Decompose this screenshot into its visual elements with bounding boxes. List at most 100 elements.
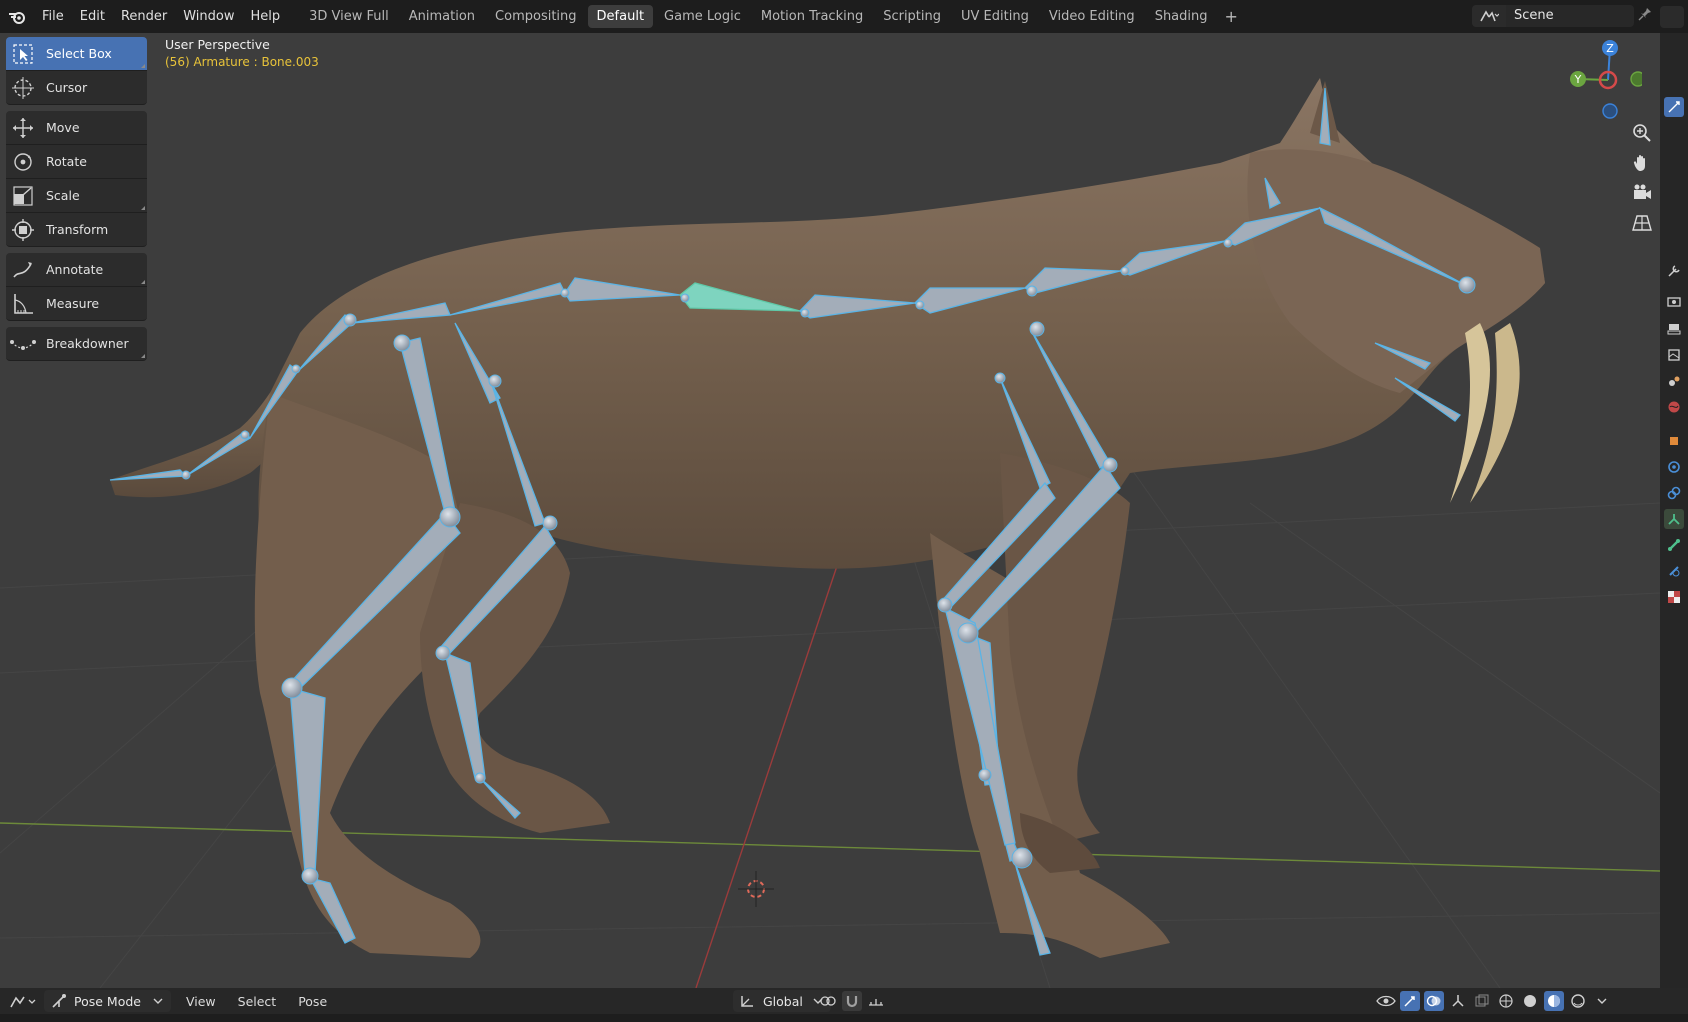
main-menu: File Edit Render Window Help <box>34 9 288 24</box>
sabertooth-mesh[interactable] <box>110 78 1545 958</box>
tool-label: Transform <box>46 222 109 237</box>
tool-label: Rotate <box>46 154 87 169</box>
view-layer-properties-icon[interactable] <box>1664 345 1684 365</box>
scene-properties-icon[interactable] <box>1664 371 1684 391</box>
tool-options-corner[interactable] <box>141 206 145 210</box>
tool-settings-tab-icon[interactable] <box>1664 261 1684 281</box>
measure-icon <box>6 287 40 320</box>
tool-shelf: Select Box Cursor Move Rotate Scale Tran… <box>6 37 147 361</box>
tab-uv-editing[interactable]: UV Editing <box>952 5 1038 28</box>
snap-target-icon[interactable] <box>866 991 886 1011</box>
tool-properties-tab-icon[interactable] <box>1664 97 1684 117</box>
workspace-tabs: 3D View Full Animation Compositing Defau… <box>300 5 1244 28</box>
tool-label: Measure <box>46 296 100 311</box>
bone-constraint-icon[interactable] <box>1664 561 1684 581</box>
shading-options-chevron-icon[interactable] <box>1592 991 1612 1011</box>
scene-name-field[interactable]: Scene <box>1506 5 1634 27</box>
output-properties-icon[interactable] <box>1664 319 1684 339</box>
navigation-gizmo[interactable]: Z Y <box>1562 36 1642 126</box>
tool-cursor[interactable]: Cursor <box>6 71 147 105</box>
menu-window[interactable]: Window <box>175 9 242 24</box>
viewport-menus: View Select Pose <box>177 994 336 1009</box>
tool-annotate[interactable]: Annotate <box>6 253 147 287</box>
physics-properties-icon[interactable] <box>1664 457 1684 477</box>
tab-game-logic[interactable]: Game Logic <box>655 5 750 28</box>
tab-motion-tracking[interactable]: Motion Tracking <box>752 5 872 28</box>
constraints-properties-icon[interactable] <box>1664 483 1684 503</box>
menu-view[interactable]: View <box>177 994 225 1009</box>
tab-video-editing[interactable]: Video Editing <box>1040 5 1144 28</box>
menu-edit[interactable]: Edit <box>72 9 113 24</box>
render-properties-icon[interactable] <box>1664 291 1684 311</box>
gizmo-neg-z-axis[interactable] <box>1602 103 1618 119</box>
tab-scripting[interactable]: Scripting <box>874 5 950 28</box>
tool-options-corner[interactable] <box>141 64 145 68</box>
tool-label: Move <box>46 120 80 135</box>
snap-magnet-icon[interactable] <box>842 991 862 1011</box>
texture-properties-icon[interactable] <box>1664 587 1684 607</box>
tab-default[interactable]: Default <box>587 5 654 28</box>
perspective-toggle-icon[interactable] <box>1628 209 1656 237</box>
zoom-icon[interactable] <box>1628 119 1656 147</box>
gizmo-neg-y-axis[interactable] <box>1630 71 1642 87</box>
pivot-snap-group <box>818 990 890 1012</box>
cursor-icon <box>6 71 40 104</box>
rotate-icon <box>6 145 40 178</box>
bone-properties-icon[interactable] <box>1664 535 1684 555</box>
solid-shading-icon[interactable] <box>1520 991 1540 1011</box>
chevron-down-icon <box>153 998 163 1004</box>
3d-cursor-icon[interactable] <box>738 871 774 907</box>
pan-hand-icon[interactable] <box>1628 149 1656 177</box>
tool-options-corner[interactable] <box>141 354 145 358</box>
rendered-shading-icon[interactable] <box>1568 991 1588 1011</box>
material-preview-shading-icon[interactable] <box>1544 991 1564 1011</box>
menu-select[interactable]: Select <box>229 994 286 1009</box>
viewport-overlay-controls <box>1376 990 1616 1012</box>
menu-file[interactable]: File <box>34 9 72 24</box>
tab-shading[interactable]: Shading <box>1146 5 1217 28</box>
tool-transform[interactable]: Transform <box>6 213 147 247</box>
menu-render[interactable]: Render <box>113 9 175 24</box>
tool-breakdowner[interactable]: Breakdowner <box>6 327 147 361</box>
viewport-header: Pose Mode View Select Pose Global <box>0 988 1688 1014</box>
gizmo-toggle-icon[interactable] <box>1400 991 1420 1011</box>
visibility-eye-icon[interactable] <box>1376 991 1396 1011</box>
armature-data-icon[interactable] <box>1664 509 1684 529</box>
mode-label: Pose Mode <box>74 993 141 1009</box>
camera-view-icon[interactable] <box>1628 179 1656 207</box>
object-properties-icon[interactable] <box>1664 431 1684 451</box>
breakdowner-icon <box>6 327 40 360</box>
tab-animation[interactable]: Animation <box>400 5 484 28</box>
view-name: User Perspective <box>165 37 270 52</box>
tool-label: Cursor <box>46 80 88 95</box>
pose-mode-icon <box>52 994 66 1008</box>
orientation-label: Global <box>763 993 803 1009</box>
interaction-mode-dropdown[interactable]: Pose Mode <box>44 990 171 1012</box>
move-icon <box>6 111 40 144</box>
xray-toggle-icon[interactable] <box>1472 991 1492 1011</box>
editor-type-selector[interactable] <box>8 992 38 1010</box>
scene-icon[interactable] <box>1472 5 1506 27</box>
add-workspace-button[interactable]: + <box>1219 7 1244 26</box>
bone-overlay-icon[interactable] <box>1448 991 1468 1011</box>
tool-options-corner[interactable] <box>141 280 145 284</box>
tab-3d-view-full[interactable]: 3D View Full <box>300 5 398 28</box>
menu-pose[interactable]: Pose <box>289 994 336 1009</box>
tool-move[interactable]: Move <box>6 111 147 145</box>
3d-viewport[interactable] <box>0 33 1660 988</box>
scale-icon <box>6 179 40 212</box>
world-properties-icon[interactable] <box>1664 397 1684 417</box>
tool-rotate[interactable]: Rotate <box>6 145 147 179</box>
tool-select-box[interactable]: Select Box <box>6 37 147 71</box>
menu-help[interactable]: Help <box>243 9 289 24</box>
view-layer-icon[interactable] <box>1660 6 1684 28</box>
blender-logo-icon[interactable] <box>0 0 34 33</box>
tab-compositing[interactable]: Compositing <box>486 5 586 28</box>
wireframe-shading-icon[interactable] <box>1496 991 1516 1011</box>
pin-icon[interactable] <box>1638 7 1652 25</box>
tool-scale[interactable]: Scale <box>6 179 147 213</box>
tool-measure[interactable]: Measure <box>6 287 147 321</box>
overlays-toggle-icon[interactable] <box>1424 991 1444 1011</box>
transform-orientation-dropdown[interactable]: Global <box>733 990 831 1012</box>
pivot-point-icon[interactable] <box>818 991 838 1011</box>
